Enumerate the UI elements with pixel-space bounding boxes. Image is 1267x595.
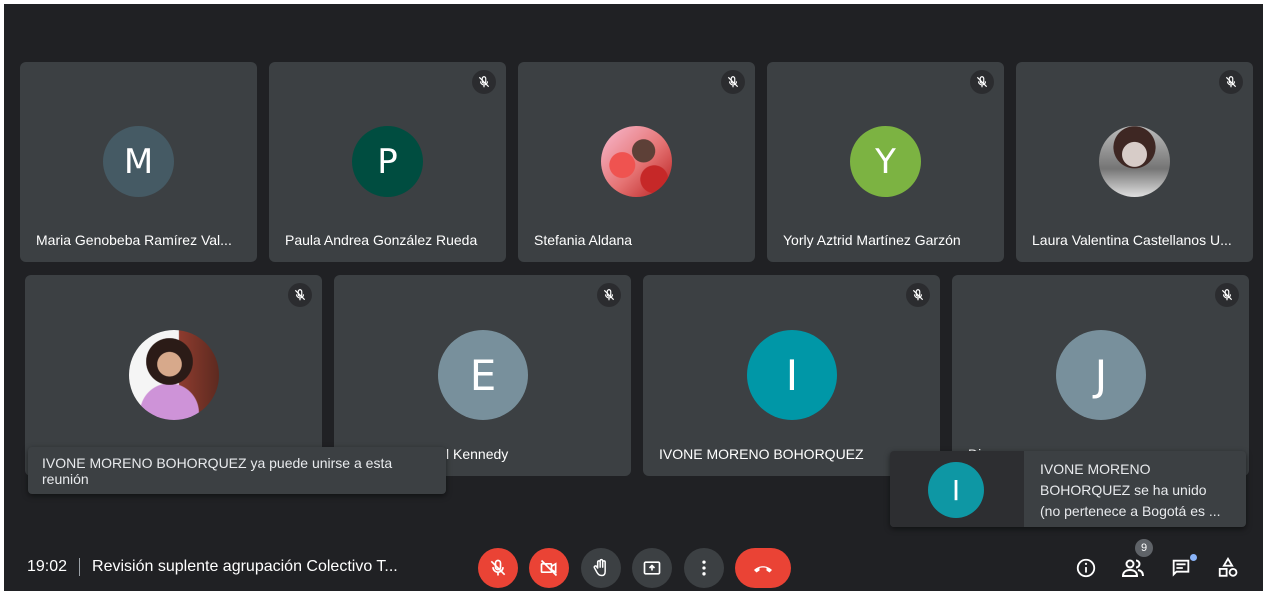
notification-line: BOHORQUEZ se ha unido xyxy=(1040,482,1207,498)
bottom-toolbar: 19:02 Revisión suplente agrupación Colec… xyxy=(4,539,1263,591)
profile-photo xyxy=(601,126,672,197)
avatar: J xyxy=(1056,330,1146,420)
mic-off-icon xyxy=(490,559,506,576)
participant-name: IVONE MORENO BOHORQUEZ xyxy=(659,446,864,462)
participants-count-badge: 9 xyxy=(1135,539,1153,557)
more-options-icon xyxy=(702,560,706,576)
notification-avatar-panel: I xyxy=(890,451,1024,527)
participant-tile[interactable]: Y Yorly Aztrid Martínez Garzón xyxy=(767,62,1004,262)
clock-time: 19:02 xyxy=(27,558,68,575)
participant-tile[interactable]: I IVONE MORENO BOHORQUEZ xyxy=(643,275,940,476)
activities-button[interactable] xyxy=(1214,554,1242,582)
meeting-title: Revisión suplente agrupación Colectivo T… xyxy=(92,558,398,575)
participant-tile[interactable]: E l Kennedy xyxy=(334,275,631,476)
participant-name: Laura Valentina Castellanos U... xyxy=(1032,232,1232,248)
avatar: M xyxy=(103,126,174,197)
raise-hand-button[interactable] xyxy=(581,548,621,588)
end-call-icon xyxy=(754,566,772,573)
notification-line: (no pertenece a Bogotá es ... xyxy=(1040,503,1221,519)
participant-name: Yorly Aztrid Martínez Garzón xyxy=(783,232,961,248)
participant-tile[interactable]: P Paula Andrea González Rueda xyxy=(269,62,506,262)
avatar: Y xyxy=(850,126,921,197)
info-icon xyxy=(1076,558,1096,578)
mic-muted-icon xyxy=(597,283,621,307)
participant-name: Paula Andrea González Rueda xyxy=(285,232,478,248)
profile-photo xyxy=(1099,126,1170,197)
participants-button[interactable] xyxy=(1119,554,1147,582)
participant-tile[interactable]: J Di xyxy=(952,275,1249,476)
joined-notification[interactable]: I IVONE MORENO BOHORQUEZ se ha unido (no… xyxy=(890,451,1246,527)
participant-tile[interactable]: M Maria Genobeba Ramírez Val... xyxy=(20,62,257,262)
notification-line: IVONE MORENO xyxy=(1040,461,1151,477)
meeting-details-button[interactable] xyxy=(1072,554,1100,582)
mic-muted-icon xyxy=(721,70,745,94)
avatar: I xyxy=(747,330,837,420)
mic-muted-icon xyxy=(1215,283,1239,307)
raise-hand-icon xyxy=(593,558,606,577)
people-icon xyxy=(1121,559,1144,577)
camera-off-icon xyxy=(540,559,558,577)
mic-muted-icon xyxy=(472,70,496,94)
mic-muted-icon xyxy=(970,70,994,94)
more-options-button[interactable] xyxy=(684,548,724,588)
present-screen-button[interactable] xyxy=(632,548,672,588)
participant-name: Stefania Aldana xyxy=(534,232,633,248)
participant-tile[interactable]: Laura Valentina Castellanos U... xyxy=(1016,62,1253,262)
participant-name: l Kennedy xyxy=(446,446,509,462)
avatar: I xyxy=(928,462,984,518)
chat-unread-dot xyxy=(1190,554,1197,561)
activities-icon xyxy=(1218,557,1238,577)
avatar: P xyxy=(352,126,423,197)
avatar: E xyxy=(438,330,528,420)
mic-muted-icon xyxy=(1219,70,1243,94)
meet-window: M Maria Genobeba Ramírez Val... P Paula … xyxy=(4,4,1263,591)
mic-muted-icon xyxy=(906,283,930,307)
participant-name: Maria Genobeba Ramírez Val... xyxy=(36,232,232,248)
profile-photo xyxy=(129,330,219,420)
end-call-button[interactable] xyxy=(735,548,791,588)
notification-text: IVONE MORENO BOHORQUEZ se ha unido (no p… xyxy=(1040,459,1236,522)
meeting-info: 19:02 Revisión suplente agrupación Colec… xyxy=(27,558,398,576)
chat-icon xyxy=(1172,559,1190,577)
participant-tile[interactable]: Stefania Aldana xyxy=(518,62,755,262)
participant-tile[interactable] xyxy=(25,275,322,476)
camera-toggle-button[interactable] xyxy=(529,548,569,588)
divider xyxy=(79,558,81,576)
mic-toggle-button[interactable] xyxy=(478,548,518,588)
present-screen-icon xyxy=(643,561,661,575)
can-join-notification: IVONE MORENO BOHORQUEZ ya puede unirse a… xyxy=(28,447,446,494)
notification-text: IVONE MORENO BOHORQUEZ ya puede unirse a… xyxy=(42,454,393,487)
mic-muted-icon xyxy=(288,283,312,307)
